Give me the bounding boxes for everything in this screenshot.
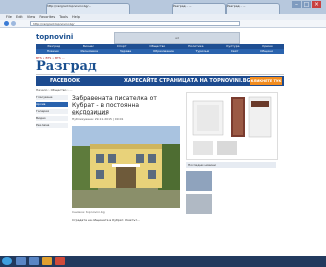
nav-item[interactable]: Образование <box>153 49 174 54</box>
facebook-banner[interactable]: FACEBOOK ХАРЕСАЙТЕ СТРАНИЦАТА НА TOPNOVI… <box>36 76 284 86</box>
menu-item-view[interactable]: View <box>27 15 35 19</box>
nav-item[interactable]: Новини <box>47 49 59 54</box>
news-thumbnail[interactable] <box>186 194 212 214</box>
nav-row-secondary: Новини Икономика Здраве Образование Туризъм С… <box>36 49 284 54</box>
start-button-icon[interactable] <box>2 257 12 265</box>
breadcrumb[interactable]: Начало › Общество › ... <box>36 88 72 92</box>
site-logo[interactable]: topnovini <box>36 33 73 41</box>
url-input[interactable]: http://razgrad.topnovini.bg/ <box>30 21 240 26</box>
back-icon[interactable] <box>4 21 9 26</box>
nav-item[interactable]: Туризъм <box>196 49 209 54</box>
left-sidebar: Гласуване Архив Галерия Видео Реклама <box>36 95 68 245</box>
nav-item[interactable]: Икономика <box>80 49 98 54</box>
sidebar-item[interactable]: Реклама <box>36 123 68 128</box>
building-photo-icon <box>72 126 180 208</box>
news-thumbnail[interactable] <box>186 171 212 191</box>
forward-icon[interactable] <box>11 21 16 26</box>
photo-caption: Снимка: topnovini.bg <box>72 210 105 214</box>
close-icon[interactable]: × <box>312 1 321 8</box>
nav-item[interactable]: Свят <box>231 49 238 54</box>
nav-item[interactable]: Здраве <box>120 49 131 54</box>
browser-tab-1[interactable]: http://razgrad.topnovini.bg/... <box>46 3 130 14</box>
menu-item-file[interactable]: File <box>6 15 12 19</box>
menu-item-tools[interactable]: Tools <box>59 15 68 19</box>
minimize-icon[interactable]: – <box>292 1 301 8</box>
folder-taskbar-icon[interactable] <box>42 257 52 265</box>
right-advert[interactable] <box>186 92 278 160</box>
sidebar-item[interactable]: Видео <box>36 116 68 121</box>
latest-news-box: Последни новини <box>186 162 276 242</box>
nav-item[interactable]: Общини <box>260 49 273 54</box>
menu-item-edit[interactable]: Edit <box>16 15 23 19</box>
browser-taskbar-icon[interactable] <box>29 257 39 265</box>
browser-tab-2[interactable]: Разград - ... <box>172 3 226 14</box>
explorer-taskbar-icon[interactable] <box>16 257 26 265</box>
article-date: Публикувана: 29.11.2015 | 09:01 <box>72 117 124 121</box>
maximize-icon[interactable]: □ <box>302 1 311 8</box>
facebook-cta: ХАРЕСАЙТЕ СТРАНИЦАТА НА TOPNOVINI.BG <box>124 78 251 84</box>
article-body: Сградата на общината в Кубрат. Кметът... <box>72 218 141 222</box>
menu-item-favorites[interactable]: Favorites <box>39 15 55 19</box>
menu-item-help[interactable]: Help <box>72 15 80 19</box>
section-title: Разград <box>36 59 97 74</box>
sidebar-item[interactable]: Галерия <box>36 109 68 114</box>
latest-news-title: Последни новини <box>186 162 276 168</box>
facebook-label: FACEBOOK <box>50 78 80 84</box>
article-author: Автор: Лидия Гърбова <box>72 112 108 116</box>
article-photo[interactable] <box>72 126 180 208</box>
furniture-ad-icon <box>187 93 277 159</box>
top-banner-ad[interactable]: ad <box>114 32 240 44</box>
app-taskbar-icon[interactable] <box>55 257 65 265</box>
sidebar-item[interactable]: Архив <box>36 102 68 107</box>
sidebar-item[interactable]: Гласуване <box>36 95 68 100</box>
browser-tab-3[interactable]: Разград - ... <box>226 3 280 14</box>
main-navigation: Разград Бизнес Спорт Общество Политика Култур… <box>36 44 284 54</box>
facebook-click-button[interactable]: КЛИКНЕТЕ ТУК <box>250 77 282 85</box>
